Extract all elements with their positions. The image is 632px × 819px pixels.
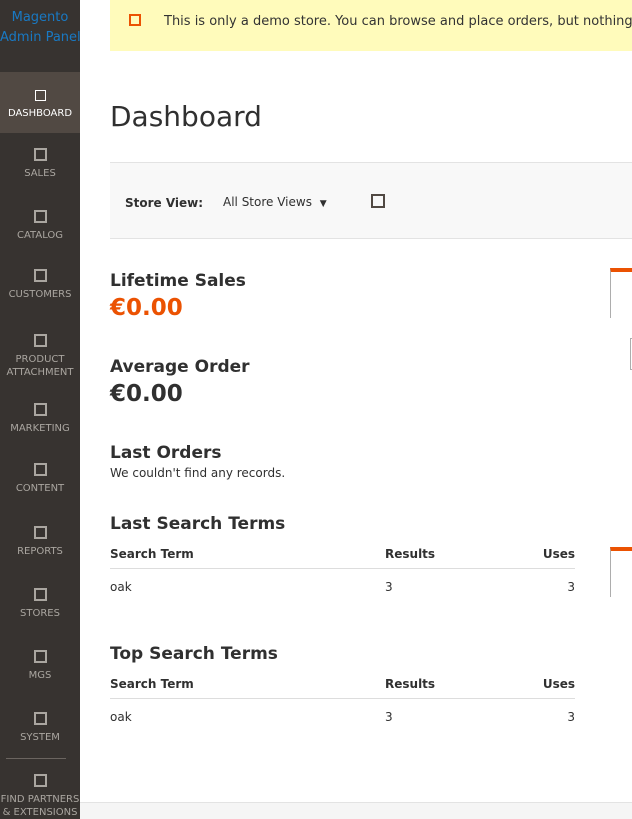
logo[interactable]: Magento Admin Panel: [0, 8, 81, 48]
marketing-icon: [33, 403, 47, 416]
top-search-table: Search Term Results Uses oak 3 3: [110, 670, 575, 735]
stores-icon: [33, 588, 47, 601]
store-view-value: All Store Views: [223, 195, 312, 209]
sidebar-item-stores[interactable]: STORES: [0, 588, 80, 620]
attachment-icon: [33, 334, 47, 347]
label: PRODUCT: [15, 354, 65, 365]
sidebar-item-catalog[interactable]: CATALOG: [0, 210, 80, 242]
sidebar-item-product-attachment[interactable]: PRODUCT ATTACHMENT: [0, 334, 80, 379]
label: DASHBOARD: [7, 108, 73, 119]
label: CATALOG: [16, 230, 64, 241]
mgs-icon: [33, 650, 47, 663]
store-view-label: Store View:: [125, 196, 204, 210]
label: SALES: [24, 168, 56, 179]
customers-icon: [33, 269, 47, 282]
sidebar-item-mgs[interactable]: MGS: [0, 650, 80, 682]
sales-icon: [33, 148, 47, 161]
last-orders-empty: We couldn't find any records.: [110, 466, 286, 480]
lifetime-sales-label: Lifetime Sales: [110, 271, 246, 291]
sidebar-item-dashboard[interactable]: DASHBOARD: [0, 72, 80, 133]
sidebar-item-find-partners[interactable]: FIND PARTNERS & EXTENSIONS: [0, 774, 80, 819]
label: STORES: [20, 608, 60, 619]
table-row[interactable]: oak 3 3: [110, 698, 575, 735]
label: FIND PARTNERS: [0, 794, 80, 805]
sidebar-divider: [6, 758, 66, 759]
col-results: Results: [385, 540, 515, 569]
last-search-table: Search Term Results Uses oak 3 3: [110, 540, 575, 605]
col-uses: Uses: [515, 670, 575, 699]
cell-results: 3: [385, 579, 393, 594]
top-search-title: Top Search Terms: [110, 644, 278, 664]
label: MARKETING: [10, 423, 70, 434]
label2: ATTACHMENT: [6, 367, 74, 378]
cell-term: oak: [110, 709, 132, 724]
label: SYSTEM: [20, 732, 60, 743]
label: CONTENT: [15, 483, 65, 494]
cell-uses: 3: [567, 579, 575, 594]
sidebar-item-sales[interactable]: SALES: [0, 148, 80, 180]
label: CUSTOMERS: [8, 289, 72, 300]
table-row[interactable]: oak 3 3: [110, 568, 575, 605]
reports-icon: [33, 526, 47, 539]
partners-icon: [33, 774, 47, 787]
cell-uses: 3: [567, 709, 575, 724]
col-search-term: Search Term: [110, 540, 385, 569]
dashboard-icon: [34, 90, 46, 101]
sidebar-item-content[interactable]: CONTENT: [0, 463, 80, 495]
cell-term: oak: [110, 579, 132, 594]
table-header: Search Term Results Uses: [110, 670, 575, 699]
logo-line2: Admin Panel: [0, 30, 81, 45]
demo-notice: This is only a demo store. You can brows…: [110, 0, 632, 51]
average-order-label: Average Order: [110, 357, 250, 377]
table-header: Search Term Results Uses: [110, 540, 575, 569]
page-title: Dashboard: [110, 100, 262, 133]
sidebar-item-system[interactable]: SYSTEM: [0, 712, 80, 744]
sidebar-item-reports[interactable]: REPORTS: [0, 526, 80, 558]
col-results: Results: [385, 670, 515, 699]
content-icon: [33, 463, 47, 476]
logo-line1: Magento: [11, 10, 69, 25]
chevron-down-icon: ▼: [319, 199, 327, 209]
system-icon: [33, 712, 47, 725]
last-search-title: Last Search Terms: [110, 514, 286, 534]
lifetime-sales-value: €0.00: [110, 295, 183, 321]
tab-panel-top[interactable]: [610, 268, 632, 318]
store-view-select[interactable]: All Store Views ▼: [223, 195, 327, 209]
store-view-bar: Store View: All Store Views ▼: [110, 162, 632, 239]
catalog-icon: [33, 210, 47, 223]
sidebar-item-customers[interactable]: CUSTOMERS: [0, 269, 80, 301]
sidebar-item-marketing[interactable]: MARKETING: [0, 403, 80, 435]
notice-text: This is only a demo store. You can brows…: [164, 14, 632, 29]
average-order-value: €0.00: [110, 381, 183, 407]
label2: & EXTENSIONS: [2, 807, 78, 818]
last-orders-title: Last Orders: [110, 443, 222, 463]
col-search-term: Search Term: [110, 670, 385, 699]
tab-panel-bottom[interactable]: [610, 547, 632, 597]
footer: [80, 802, 632, 819]
help-icon[interactable]: [371, 194, 385, 208]
cell-results: 3: [385, 709, 393, 724]
sidebar: Magento Admin Panel DASHBOARD SALES CATAL…: [0, 0, 81, 819]
label: REPORTS: [17, 546, 63, 557]
col-uses: Uses: [515, 540, 575, 569]
label: MGS: [28, 670, 52, 681]
warning-icon: [129, 14, 141, 26]
